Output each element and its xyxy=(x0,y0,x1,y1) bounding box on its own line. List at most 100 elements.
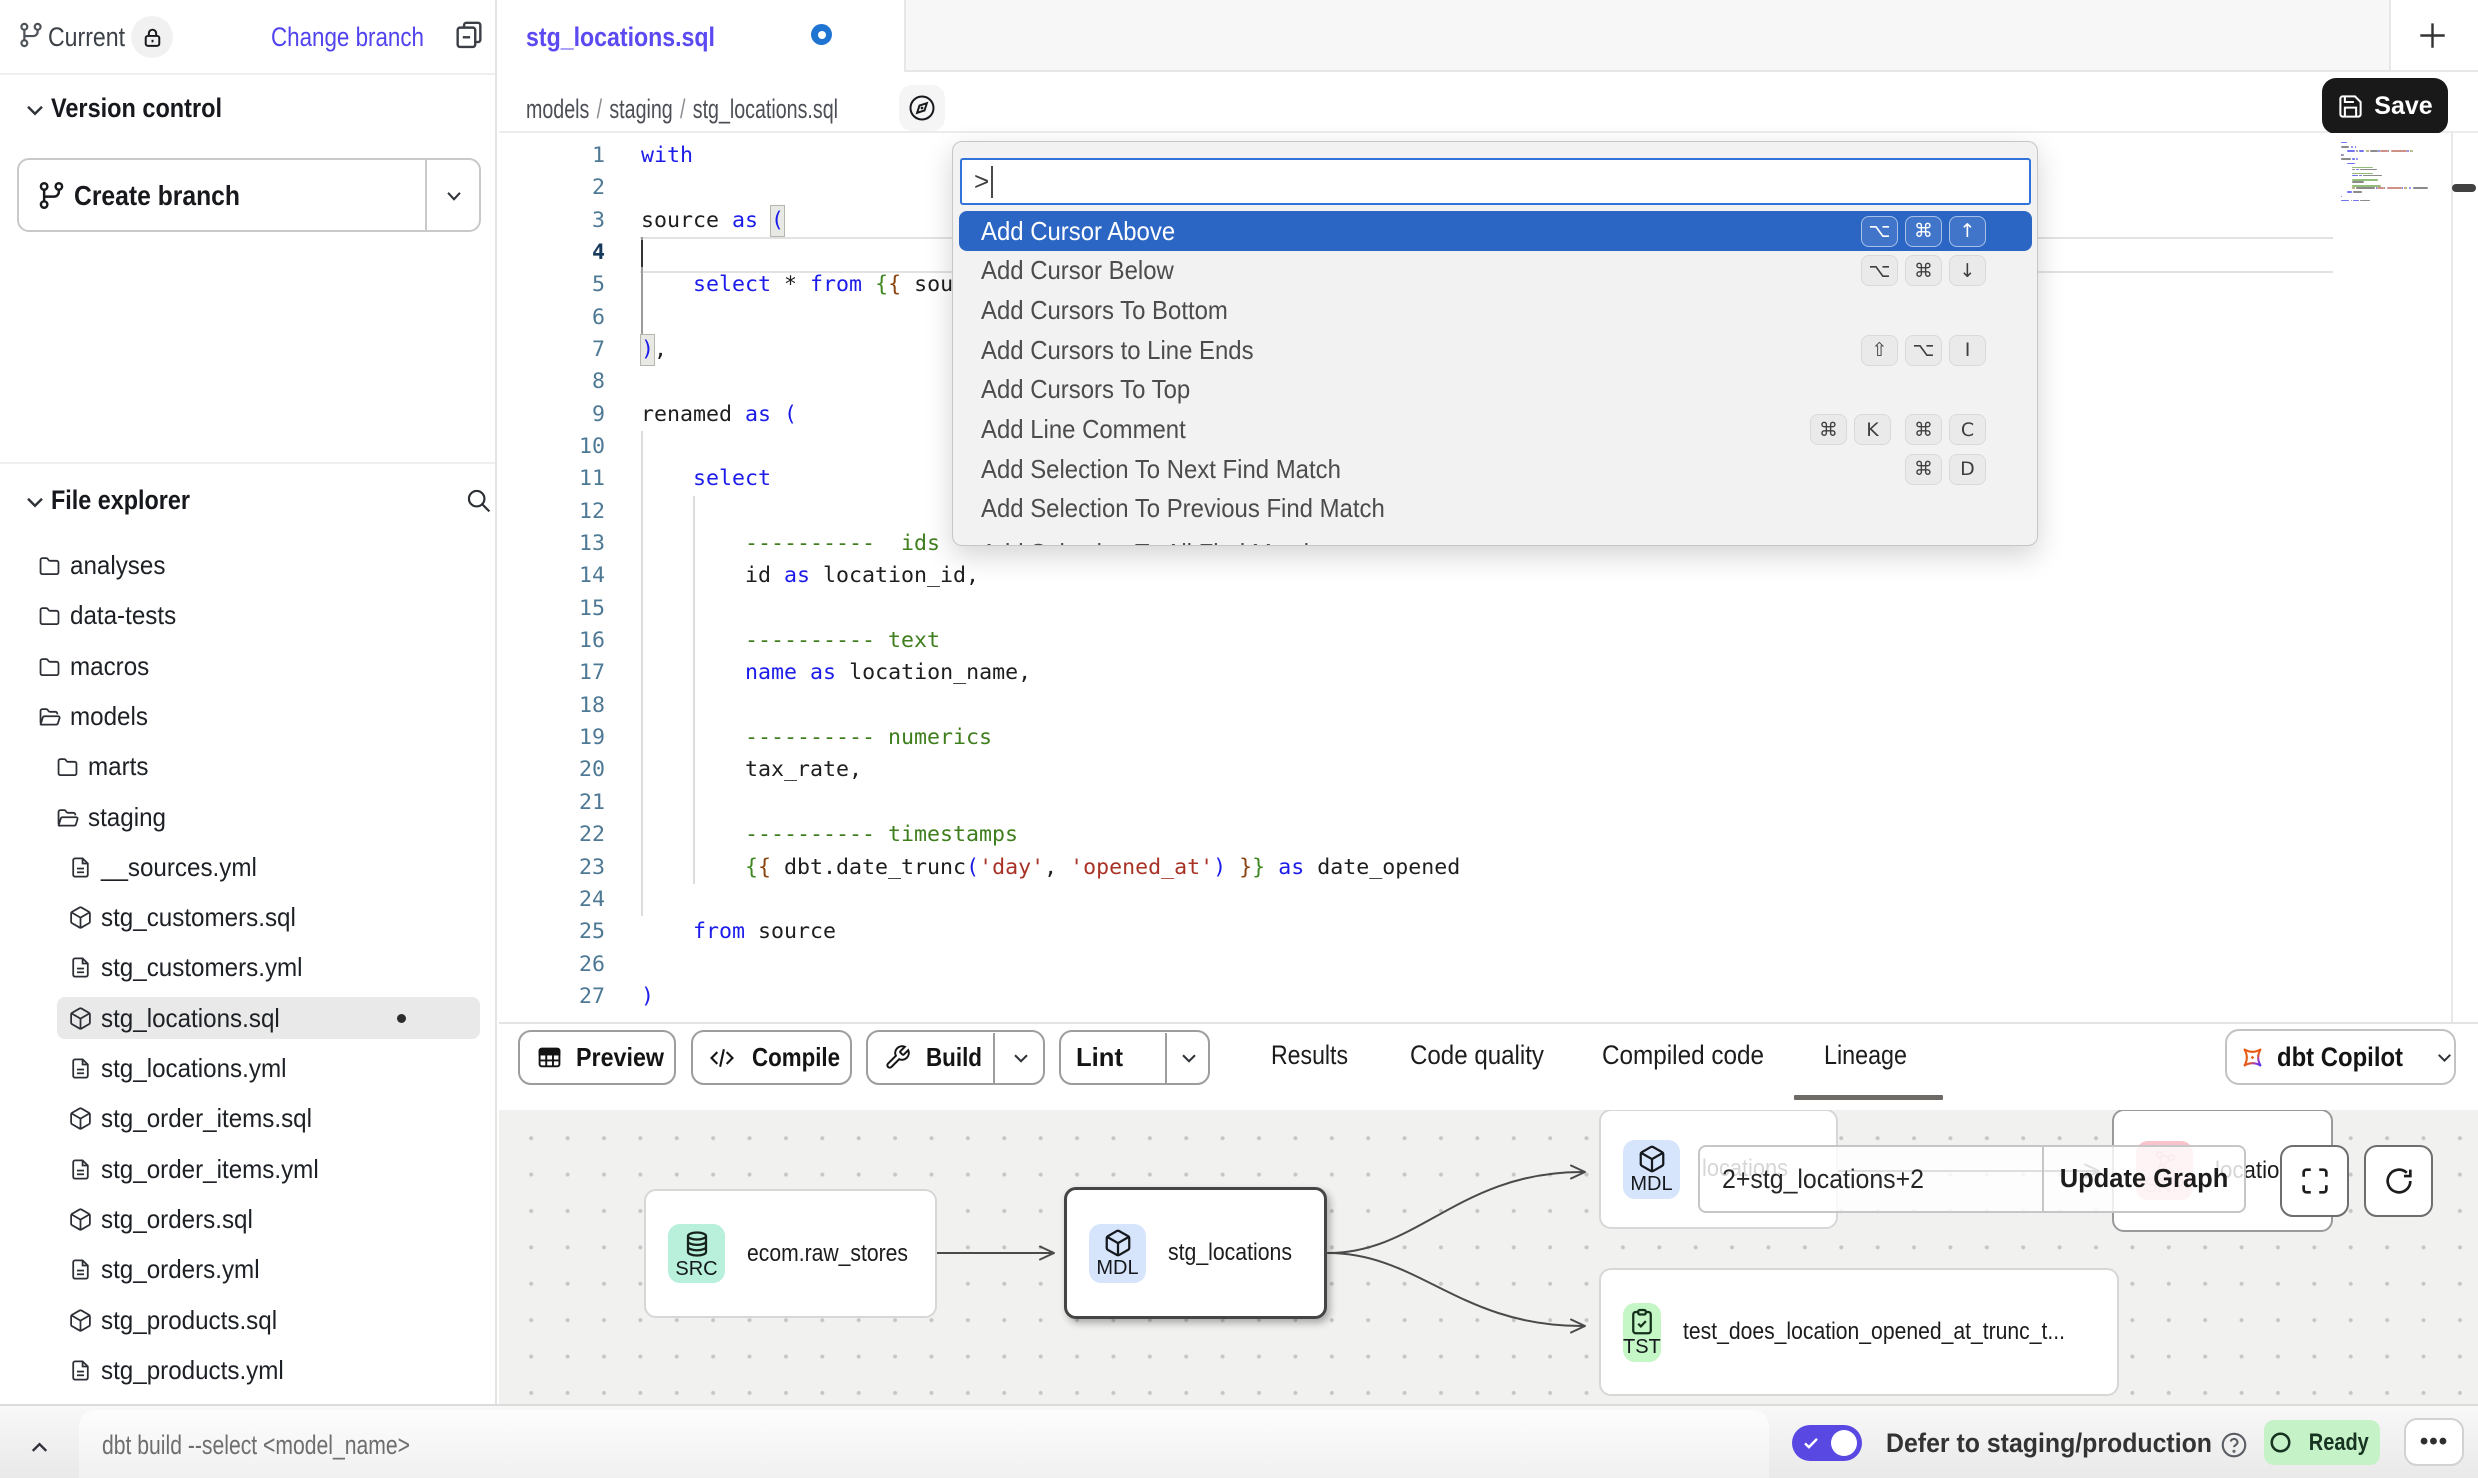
lineage-node-ecom.raw_stores[interactable]: SRCecom.raw_stores xyxy=(644,1189,937,1318)
palette-item-add-cursor-above[interactable]: Add Cursor Above⌥⌘↑ xyxy=(959,211,2032,251)
lineage-node-stg_locations[interactable]: MDLstg_locations xyxy=(1064,1187,1327,1319)
palette-item-add-line-comment[interactable]: Add Line Comment⌘K⌘C xyxy=(959,410,2032,450)
create-branch-dropdown-icon[interactable] xyxy=(443,185,465,207)
tree-item-stg_products.yml[interactable]: stg_products.yml xyxy=(0,1349,495,1391)
tree-item-stg_orders.sql[interactable]: stg_orders.sql xyxy=(0,1198,495,1240)
unsaved-dot xyxy=(397,1014,406,1023)
key-chip: ⌘ xyxy=(1905,414,1942,445)
create-branch-label: Create branch xyxy=(74,180,240,212)
lineage-refresh-button[interactable] xyxy=(2364,1145,2433,1217)
build-split-divider xyxy=(993,1033,995,1084)
file-navigate-chip[interactable] xyxy=(899,85,945,131)
compile-button[interactable]: Compile xyxy=(691,1030,852,1085)
save-button[interactable]: Save xyxy=(2322,78,2448,134)
tree-item-models[interactable]: models xyxy=(0,695,495,737)
more-options-button[interactable]: ••• xyxy=(2404,1418,2464,1466)
version-control-collapse-icon[interactable] xyxy=(21,96,49,124)
update-graph-button[interactable]: Update Graph xyxy=(2044,1145,2246,1213)
tree-item-stg_order_items.yml[interactable]: stg_order_items.yml xyxy=(0,1148,495,1190)
tab-lineage[interactable]: Lineage xyxy=(1824,1040,1907,1071)
node-label: stg_locations xyxy=(1168,1239,1292,1267)
breadcrumb-part[interactable]: stg_locations.sql xyxy=(693,94,838,124)
breadcrumb: models/staging/stg_locations.sql xyxy=(526,94,838,125)
shortcut-key-group: ⌘C xyxy=(1905,414,1986,445)
key-chip: ⌥ xyxy=(1861,216,1898,247)
tree-item-stg_customers.yml[interactable]: stg_customers.yml xyxy=(0,947,495,989)
palette-item-add-cursor-below[interactable]: Add Cursor Below⌥⌘↓ xyxy=(959,251,2032,291)
breadcrumb-part[interactable]: staging xyxy=(609,94,672,124)
code-line-25: from source xyxy=(641,916,836,948)
palette-item-add-selection-to-previous-find-match[interactable]: Add Selection To Previous Find Match xyxy=(959,489,2032,529)
line-number: 13 xyxy=(545,528,605,560)
copy-branch-icon[interactable] xyxy=(452,17,486,53)
file-explorer-collapse-icon[interactable] xyxy=(21,488,49,516)
tab-code-quality[interactable]: Code quality xyxy=(1410,1040,1544,1071)
tab-results[interactable]: Results xyxy=(1271,1040,1348,1071)
build-dropdown-icon[interactable] xyxy=(1009,1046,1033,1070)
tree-item-label: staging xyxy=(88,802,166,833)
tree-item-stg_orders.yml[interactable]: stg_orders.yml xyxy=(0,1249,495,1291)
palette-item-add-selection-to-next-find-match[interactable]: Add Selection To Next Find Match⌘D xyxy=(959,449,2032,489)
breadcrumb-part[interactable]: models xyxy=(526,94,589,124)
tree-item-stg_order_items.sql[interactable]: stg_order_items.sql xyxy=(0,1098,495,1140)
minimap-line xyxy=(2407,150,2408,151)
defer-toggle[interactable] xyxy=(1792,1425,1862,1461)
code-line-17: name as location_name, xyxy=(641,657,1031,689)
key-chip: ⌘ xyxy=(1810,414,1847,445)
minimap-line xyxy=(2341,200,2349,201)
minimap-line xyxy=(2347,150,2355,151)
file-search-icon[interactable] xyxy=(464,486,493,515)
command-palette-input[interactable]: > xyxy=(960,158,2031,205)
tree-item-stg_customers.sql[interactable]: stg_customers.sql xyxy=(0,897,495,939)
lineage-search-input[interactable]: 2+stg_locations+2 xyxy=(1698,1145,2044,1213)
lint-button[interactable]: Lint xyxy=(1059,1030,1210,1085)
palette-item-add-cursors-to-bottom[interactable]: Add Cursors To Bottom xyxy=(959,290,2032,330)
new-tab-button[interactable] xyxy=(2413,16,2452,55)
tree-item-macros[interactable]: macros xyxy=(0,645,495,687)
statusbar-expand-icon[interactable] xyxy=(26,1434,53,1461)
save-label: Save xyxy=(2374,92,2432,121)
tree-item-stg_locations.yml[interactable]: stg_locations.yml xyxy=(0,1048,495,1090)
file-explorer-title: File explorer xyxy=(51,485,190,516)
dbt-copilot-button[interactable]: dbt Copilot xyxy=(2225,1029,2456,1085)
tree-item-analyses[interactable]: analyses xyxy=(0,545,495,587)
tree-item-data-tests[interactable]: data-tests xyxy=(0,595,495,637)
tree-item-stg_locations.sql[interactable]: stg_locations.sql xyxy=(57,997,480,1039)
branch-lock-badge xyxy=(131,16,173,58)
lineage-fullscreen-button[interactable] xyxy=(2280,1145,2349,1217)
shortcut-key-group: ⌥⌘↓ xyxy=(1861,255,1986,286)
create-branch-icon xyxy=(36,180,67,211)
lineage-node-test_does_location_opened_at_t[interactable]: TSTtest_does_location_opened_at_trunc_t.… xyxy=(1599,1268,2119,1396)
folder-icon xyxy=(55,754,80,779)
palette-item-shortcut: ⌥⌘↑ xyxy=(1861,211,1986,251)
tree-item-staging[interactable]: staging xyxy=(0,796,495,838)
minimap-line xyxy=(2351,146,2354,147)
lineage-search-bar: 2+stg_locations+2 Update Graph xyxy=(1698,1145,2246,1213)
key-chip: ↑ xyxy=(1949,216,1986,247)
line-number: 20 xyxy=(545,754,605,786)
change-branch-link[interactable]: Change branch xyxy=(271,22,424,53)
line-number: 17 xyxy=(545,657,605,689)
minimap-line xyxy=(2370,150,2378,151)
code-line-22: ---------- timestamps xyxy=(641,819,1018,851)
tree-item-marts[interactable]: marts xyxy=(0,746,495,788)
tree-item-stg_products.sql[interactable]: stg_products.sql xyxy=(0,1299,495,1341)
lint-dropdown-icon[interactable] xyxy=(1177,1046,1201,1070)
tree-item-__sources.yml[interactable]: __sources.yml xyxy=(0,846,495,888)
palette-item-add-selection-to-all-find-matches[interactable]: Add Selection To All Find Matches xyxy=(959,534,2032,546)
minimap-line xyxy=(2359,175,2362,176)
tree-item-label: stg_order_items.sql xyxy=(101,1103,312,1134)
tab-compiled-code[interactable]: Compiled code xyxy=(1602,1040,1764,1071)
palette-item-add-cursors-to-top[interactable]: Add Cursors To Top xyxy=(959,370,2032,410)
preview-button[interactable]: Preview xyxy=(518,1030,676,1085)
line-number: 6 xyxy=(545,302,605,334)
code-line-16: ---------- text xyxy=(641,625,940,657)
palette-item-add-cursors-to-line-ends[interactable]: Add Cursors to Line Ends⇧⌥I xyxy=(959,330,2032,370)
help-icon[interactable] xyxy=(2219,1430,2249,1460)
build-button[interactable]: Build xyxy=(866,1030,1045,1085)
line-number: 25 xyxy=(545,916,605,948)
tree-item-label: __sources.yml xyxy=(101,852,257,883)
palette-item-label: Add Cursors To Bottom xyxy=(981,295,1228,326)
editor-scroll-marker[interactable] xyxy=(2452,184,2476,192)
lineage-canvas[interactable]: SRCecom.raw_storesMDLstg_locationsMDLloc… xyxy=(499,1110,2478,1404)
